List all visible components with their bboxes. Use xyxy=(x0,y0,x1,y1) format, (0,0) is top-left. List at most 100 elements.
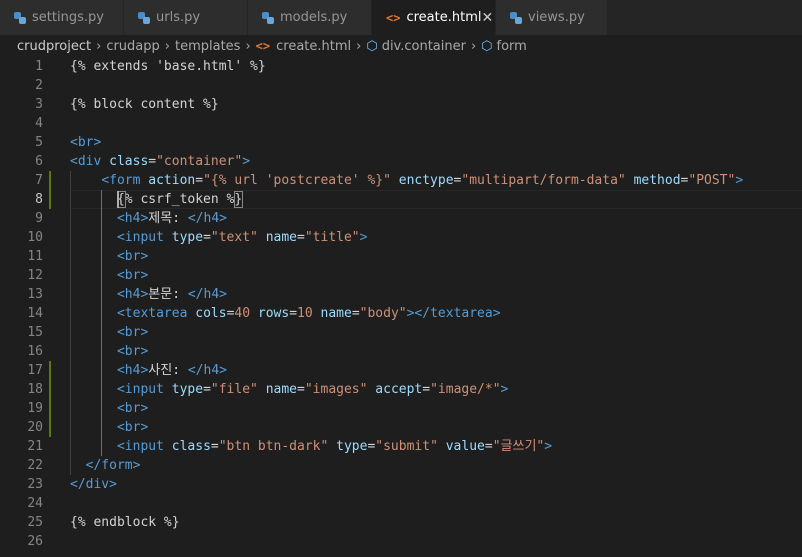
code-line[interactable]: 2 xyxy=(0,76,802,95)
tab-urls-py[interactable]: urls.py xyxy=(124,0,248,35)
code-line[interactable]: 6 <div class="container"> xyxy=(0,152,802,171)
code-token: {% endblock %} xyxy=(70,515,180,530)
code-token: <input xyxy=(116,230,172,245)
code-token: <div xyxy=(70,154,110,169)
code-token: <br> xyxy=(116,268,149,283)
code-token: = xyxy=(210,439,219,454)
code-line[interactable]: 9 <h4>제목: </h4> xyxy=(0,209,802,228)
breadcrumb-item-crudproject[interactable]: crudproject xyxy=(17,39,91,54)
code-token: {% block content %} xyxy=(70,97,219,112)
code-line[interactable]: 7 <form action="{% url 'postcreate' %}" … xyxy=(0,171,802,190)
tab-create-html[interactable]: <> create.html ✕ xyxy=(372,0,496,35)
tab-settings-py[interactable]: settings.py xyxy=(0,0,124,35)
code-line[interactable]: 3 {% block content %} xyxy=(0,95,802,114)
line-number: 10 xyxy=(27,230,43,245)
code-line[interactable]: 11 <br> xyxy=(0,247,802,266)
code-token: <h4> xyxy=(116,211,149,226)
code-text: <h4>사진: </h4> xyxy=(70,361,227,380)
symbol-element-icon: ⬡ xyxy=(366,38,378,54)
code-token: {% csrf_token %} xyxy=(70,192,243,207)
code-token: name xyxy=(265,230,298,245)
code-token: = xyxy=(203,230,211,245)
breadcrumb-item-form[interactable]: form xyxy=(497,39,527,54)
code-line[interactable]: 22 </form> xyxy=(0,456,802,475)
code-line[interactable]: 12 <br> xyxy=(0,266,802,285)
code-text: </div> xyxy=(70,475,117,494)
code-token: "multipart/form-data" xyxy=(461,173,626,188)
code-token: </h4> xyxy=(187,211,227,226)
code-token: method xyxy=(633,173,681,188)
code-token: > xyxy=(359,230,368,245)
line-number: 25 xyxy=(27,515,43,530)
code-line[interactable]: 20 <br> xyxy=(0,418,802,437)
code-text: <form action="{% url 'postcreate' %}" en… xyxy=(70,171,743,190)
breadcrumb-item-div-container[interactable]: div.container xyxy=(382,39,466,54)
tab-models-py[interactable]: models.py xyxy=(248,0,372,35)
code-line[interactable]: 24 xyxy=(0,494,802,513)
code-line[interactable]: 13 <h4>본문: </h4> xyxy=(0,285,802,304)
code-token: = xyxy=(297,382,305,397)
code-token: 10 xyxy=(297,306,313,321)
tab-views-py[interactable]: views.py xyxy=(496,0,608,35)
line-number: 12 xyxy=(27,268,43,283)
line-number: 18 xyxy=(27,382,43,397)
line-number: 4 xyxy=(35,116,43,131)
code-line[interactable]: 5 <br> xyxy=(0,133,802,152)
code-token: > xyxy=(242,154,251,169)
code-line[interactable]: 15 <br> xyxy=(0,323,802,342)
code-editor[interactable]: 1 {% extends 'base.html' %} 2 3 {% block con… xyxy=(0,57,802,557)
code-token: <input xyxy=(116,382,172,397)
code-token: rows xyxy=(257,306,290,321)
code-line[interactable]: 14 <textarea cols=40 rows=10 name="body"… xyxy=(0,304,802,323)
code-token: = xyxy=(289,306,298,321)
text-cursor xyxy=(116,191,119,208)
code-token: type xyxy=(171,230,204,245)
code-text: <br> xyxy=(70,418,148,437)
code-line[interactable]: 21 <input class="btn btn-dark" type="sub… xyxy=(0,437,802,456)
symbol-element-icon: ⬡ xyxy=(481,38,493,54)
code-line[interactable]: 16 <br> xyxy=(0,342,802,361)
breadcrumb-item-crudapp[interactable]: crudapp xyxy=(106,39,159,54)
breadcrumb-item-templates[interactable]: templates xyxy=(175,39,240,54)
code-token: 제목: xyxy=(148,211,188,226)
code-token: class xyxy=(171,439,211,454)
code-text: <br> xyxy=(70,133,101,152)
code-token: "title" xyxy=(304,230,360,245)
code-line[interactable]: 23 </div> xyxy=(0,475,802,494)
code-line[interactable]: 26 xyxy=(0,532,802,551)
code-text: {% extends 'base.html' %} xyxy=(70,57,266,76)
code-line[interactable]: 4 xyxy=(0,114,802,133)
code-token: "submit" xyxy=(375,439,438,454)
line-number: 22 xyxy=(27,458,43,473)
line-number: 3 xyxy=(35,97,43,112)
breadcrumb-item-create-html[interactable]: create.html xyxy=(276,39,351,54)
code-line[interactable]: 25 {% endblock %} xyxy=(0,513,802,532)
indent-guide xyxy=(101,190,103,456)
line-number: 9 xyxy=(35,211,43,226)
code-token: 40 xyxy=(234,306,251,321)
code-token: "body" xyxy=(359,306,407,321)
close-icon[interactable]: ✕ xyxy=(481,10,493,26)
code-line[interactable]: 1 {% extends 'base.html' %} xyxy=(0,57,802,76)
code-line[interactable]: 17 <h4>사진: </h4> xyxy=(0,361,802,380)
code-token: {% extends 'base.html' %} xyxy=(70,59,266,74)
code-text: </form> xyxy=(70,456,141,475)
code-token: accept xyxy=(375,382,423,397)
code-text: {% block content %} xyxy=(70,95,219,114)
code-line[interactable]: 10 <input type="text" name="title"> xyxy=(0,228,802,247)
code-token: <h4> xyxy=(116,363,149,378)
code-line[interactable]: 19 <br> xyxy=(0,399,802,418)
code-line[interactable]: 18 <input type="file" name="images" acce… xyxy=(0,380,802,399)
